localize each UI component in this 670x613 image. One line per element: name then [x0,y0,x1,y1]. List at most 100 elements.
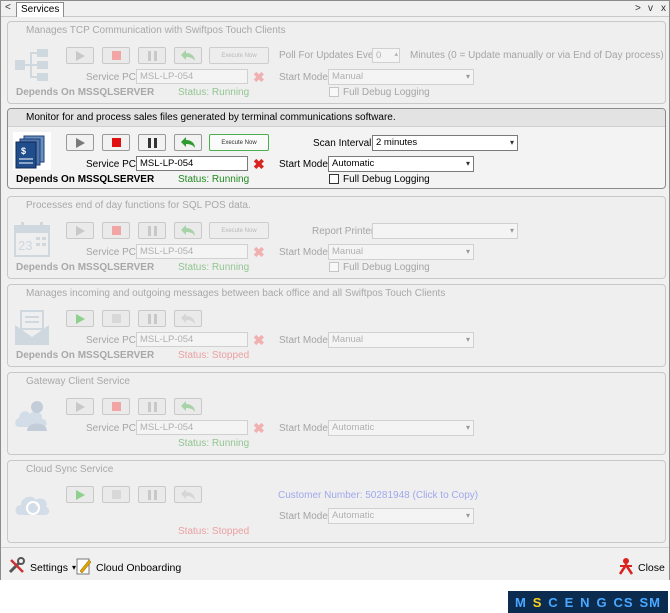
stop-button[interactable] [102,398,130,415]
start-mode-value: Automatic [332,158,375,169]
service-pc-field[interactable]: MSL-LP-054 [136,332,248,347]
restart-button[interactable] [174,486,202,503]
settings-button[interactable]: Settings ▾ [8,557,76,578]
close-label: Close [638,561,665,574]
pause-button[interactable] [138,222,166,239]
pause-button[interactable] [138,134,166,151]
restart-button[interactable] [174,47,202,64]
brand-letter: C [548,594,559,610]
panel-title: Monitor for and process sales files gene… [26,112,396,123]
panel-title: Manages TCP Communication with Swiftpos … [26,25,286,36]
poll-stepper[interactable]: 0 ▴ [372,48,400,63]
stop-button[interactable] [102,47,130,64]
clear-pc-icon[interactable]: ✖ [253,421,265,435]
status-text: Status: Stopped [178,526,250,537]
execute-now-button[interactable]: Execute Now [209,222,269,239]
pause-button[interactable] [138,310,166,327]
services-window: < Services > v x Manages TCP Communicati… [0,0,670,580]
service-pc-field[interactable]: MSL-LP-054 [136,244,248,259]
pause-button[interactable] [138,398,166,415]
start-mode-value: Automatic [332,510,375,521]
stop-button[interactable] [102,222,130,239]
service-panel-tcp: Manages TCP Communication with Swiftpos … [7,21,666,104]
start-mode-label: Start Mode: [279,159,331,170]
depends-value: MSSQLSERVER [77,174,155,185]
stop-button[interactable] [102,134,130,151]
stop-button[interactable] [102,310,130,327]
brand-logo: M S C E N G CS SM [508,591,668,613]
chevron-down-icon: ▾ [465,159,470,168]
start-button[interactable] [66,310,94,327]
depends-prefix: Depends On [16,262,75,273]
chevron-down-icon: ▾ [465,335,470,344]
brand-letter: SM [639,594,661,610]
close-button[interactable]: Close [618,557,665,578]
service-panel-messages: Manages incoming and outgoing messages b… [7,284,666,367]
debug-checkbox[interactable] [329,262,339,272]
calendar-icon: 23 [13,221,51,259]
depends-value: MSSQLSERVER [77,262,155,273]
service-pc-field[interactable]: MSL-LP-054 [136,69,248,84]
tab-services[interactable]: Services [16,2,65,17]
start-mode-select[interactable]: Automatic ▾ [328,508,474,524]
panel-title: Manages incoming and outgoing messages b… [26,288,446,299]
panel-title: Processes end of day functions for SQL P… [26,200,251,211]
clear-pc-icon[interactable]: ✖ [253,157,265,171]
cloud-onboarding-button[interactable]: Cloud Onboarding [76,557,181,578]
restart-button[interactable] [174,134,202,151]
start-button[interactable] [66,398,94,415]
brand-letter: M [514,594,527,610]
tab-close-button[interactable]: x [661,3,666,14]
customer-number-link[interactable]: Customer Number: 50281948 (Click to Copy… [278,490,478,501]
restart-button[interactable] [174,398,202,415]
clear-pc-icon[interactable]: ✖ [253,245,265,259]
chevron-down-icon: ▾ [509,138,514,147]
cloud-user-icon [13,397,51,435]
stop-button[interactable] [102,486,130,503]
restart-button[interactable] [174,310,202,327]
execute-now-button[interactable]: Execute Now [209,47,269,64]
debug-checkbox[interactable] [329,174,339,184]
panel-title: Cloud Sync Service [26,464,114,475]
start-mode-label: Start Mode: [279,423,331,434]
service-pc-field[interactable]: MSL-LP-054 [136,156,248,171]
poll-note: Minutes (0 = Update manually or via End … [410,50,664,61]
footer-toolbar: Settings ▾ Cloud Onboarding Close [1,547,669,580]
pencil-doc-icon [76,557,92,578]
chevron-down-icon: ▾ [465,511,470,520]
depends-prefix: Depends On [16,87,75,98]
depends-prefix: Depends On [16,174,75,185]
service-pc-field[interactable]: MSL-LP-054 [136,420,248,435]
tab-back-button[interactable]: < [5,2,11,13]
report-printer-label: Report Printer: [312,226,378,237]
tab-next-button[interactable]: > [635,3,641,14]
service-panel-gateway: Gateway Client Service Service PC: MSL-L… [7,372,666,455]
restart-button[interactable] [174,222,202,239]
cloud-sync-icon [13,485,51,523]
pause-button[interactable] [138,486,166,503]
chevron-down-icon: ▾ [465,247,470,256]
start-mode-select[interactable]: Manual ▾ [328,332,474,348]
start-button[interactable] [66,47,94,64]
pause-button[interactable] [138,47,166,64]
debug-label: Full Debug Logging [343,174,430,185]
report-printer-select[interactable]: ▾ [372,223,518,239]
svg-text:$: $ [21,146,26,156]
debug-checkbox[interactable] [329,87,339,97]
start-button[interactable] [66,134,94,151]
start-button[interactable] [66,486,94,503]
start-mode-value: Manual [332,334,364,345]
clear-pc-icon[interactable]: ✖ [253,70,265,84]
start-button[interactable] [66,222,94,239]
start-mode-select[interactable]: Automatic ▾ [328,420,474,436]
depends-on: Depends On MSSQLSERVER [16,262,154,273]
debug-label: Full Debug Logging [343,262,430,273]
service-pc-label: Service PC: [86,335,139,346]
execute-now-button[interactable]: Execute Now [209,134,269,151]
start-mode-select[interactable]: Manual ▾ [328,69,474,85]
start-mode-select[interactable]: Manual ▾ [328,244,474,260]
start-mode-select[interactable]: Automatic ▾ [328,156,474,172]
tab-menu-button[interactable]: v [648,3,653,14]
scan-interval-select[interactable]: 2 minutes ▾ [372,135,518,151]
clear-pc-icon[interactable]: ✖ [253,333,265,347]
